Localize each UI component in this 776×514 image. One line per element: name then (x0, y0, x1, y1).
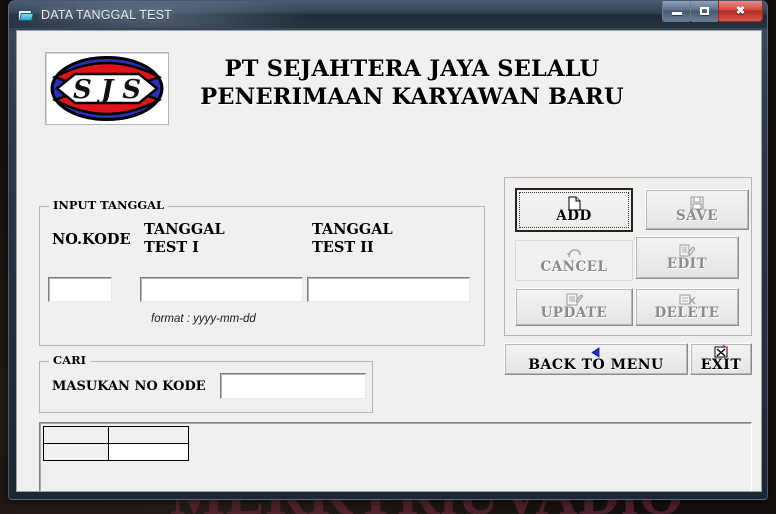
no-kode-input[interactable] (48, 277, 112, 302)
company-name: PT SEJAHTERA JAYA SELALU (224, 56, 600, 82)
application-window: DATA TANGGAL TEST ✖ S J S PT SEJAHTERA J… (8, 0, 768, 500)
label-tanggal-test-2-line1: TANGGAL (312, 221, 393, 238)
label-masukan-no-kode: MASUKAN NO KODE (52, 379, 206, 394)
update-button[interactable]: UPDATE (515, 288, 633, 326)
form-subtitle: PENERIMAAN KARYAWAN BARU (200, 84, 624, 110)
cari-legend: CARI (49, 353, 91, 367)
back-to-menu-button[interactable]: BACK TO MENU (504, 343, 688, 375)
form-client-area: S J S PT SEJAHTERA JAYA SELALU PENERIMAA… (16, 30, 762, 492)
cancel-button-label: CANCEL (540, 258, 608, 275)
input-tanggal-group: INPUT TANGGAL NO.KODE TANGGAL TEST I TAN… (39, 198, 485, 346)
data-grid-table (43, 426, 189, 461)
grid-cell[interactable] (43, 443, 109, 461)
desktop-background: MERKYRiUVADiO DATA TANGGAL TEST ✖ (0, 0, 776, 514)
label-no-kode: NO.KODE (52, 231, 131, 248)
company-logo: S J S (45, 52, 169, 125)
form-header: S J S PT SEJAHTERA JAYA SELALU PENERIMAA… (17, 31, 761, 143)
label-tanggal-test-1-line2: TEST I (144, 239, 199, 256)
svg-text:S J S: S J S (73, 75, 141, 105)
cancel-button[interactable]: CANCEL (515, 240, 633, 281)
input-tanggal-legend: INPUT TANGGAL (49, 198, 169, 212)
add-button[interactable]: ADD (515, 188, 633, 232)
edit-button-label: EDIT (666, 255, 708, 272)
table-row[interactable] (43, 426, 189, 444)
date-format-hint: format : yyyy-mm-dd (151, 313, 256, 325)
grid-cell-selected[interactable] (108, 443, 189, 461)
grid-cell[interactable] (108, 426, 189, 444)
delete-button-label: DELETE (654, 305, 720, 321)
add-button-label: ADD (556, 208, 592, 224)
update-button-label: UPDATE (540, 305, 608, 321)
data-grid-body (43, 426, 189, 461)
save-button-label: SAVE (675, 207, 718, 224)
tanggal-test-1-input[interactable] (140, 277, 303, 302)
delete-button[interactable]: DELETE (635, 288, 739, 326)
label-tanggal-test-1-line1: TANGGAL (144, 221, 225, 238)
title-bar[interactable]: DATA TANGGAL TEST ✖ (9, 1, 767, 28)
edit-button[interactable]: EDIT (635, 236, 739, 279)
close-icon: ✖ (735, 4, 746, 17)
label-tanggal-test-2-line2: TEST II (312, 239, 374, 256)
action-buttons-panel: ADD SAVE CANCEL EDIT UPDATE DELETE (504, 177, 752, 336)
exit-button[interactable]: EXIT (690, 343, 752, 375)
save-button[interactable]: SAVE (645, 189, 749, 230)
tanggal-test-2-input[interactable] (307, 277, 470, 302)
data-grid[interactable] (39, 422, 752, 491)
table-row[interactable] (43, 443, 189, 461)
cari-no-kode-input[interactable] (220, 373, 366, 399)
window-controls: ✖ (662, 1, 763, 22)
folder-icon (18, 8, 34, 22)
close-button[interactable]: ✖ (718, 1, 763, 22)
sjs-logo-icon: S J S (50, 56, 164, 121)
grid-cell[interactable] (43, 426, 109, 444)
window-title: DATA TANGGAL TEST (41, 7, 172, 22)
title-bar-left: DATA TANGGAL TEST (9, 1, 767, 28)
minimize-icon (671, 12, 682, 15)
page-title: PT SEJAHTERA JAYA SELALU PENERIMAAN KARY… (197, 55, 627, 111)
back-to-menu-label: BACK TO MENU (528, 357, 664, 373)
minimize-button[interactable] (662, 1, 691, 22)
exit-button-label: EXIT (700, 357, 742, 373)
cari-group: CARI MASUKAN NO KODE (39, 353, 373, 413)
maximize-button[interactable] (690, 1, 719, 22)
maximize-icon (700, 7, 709, 15)
